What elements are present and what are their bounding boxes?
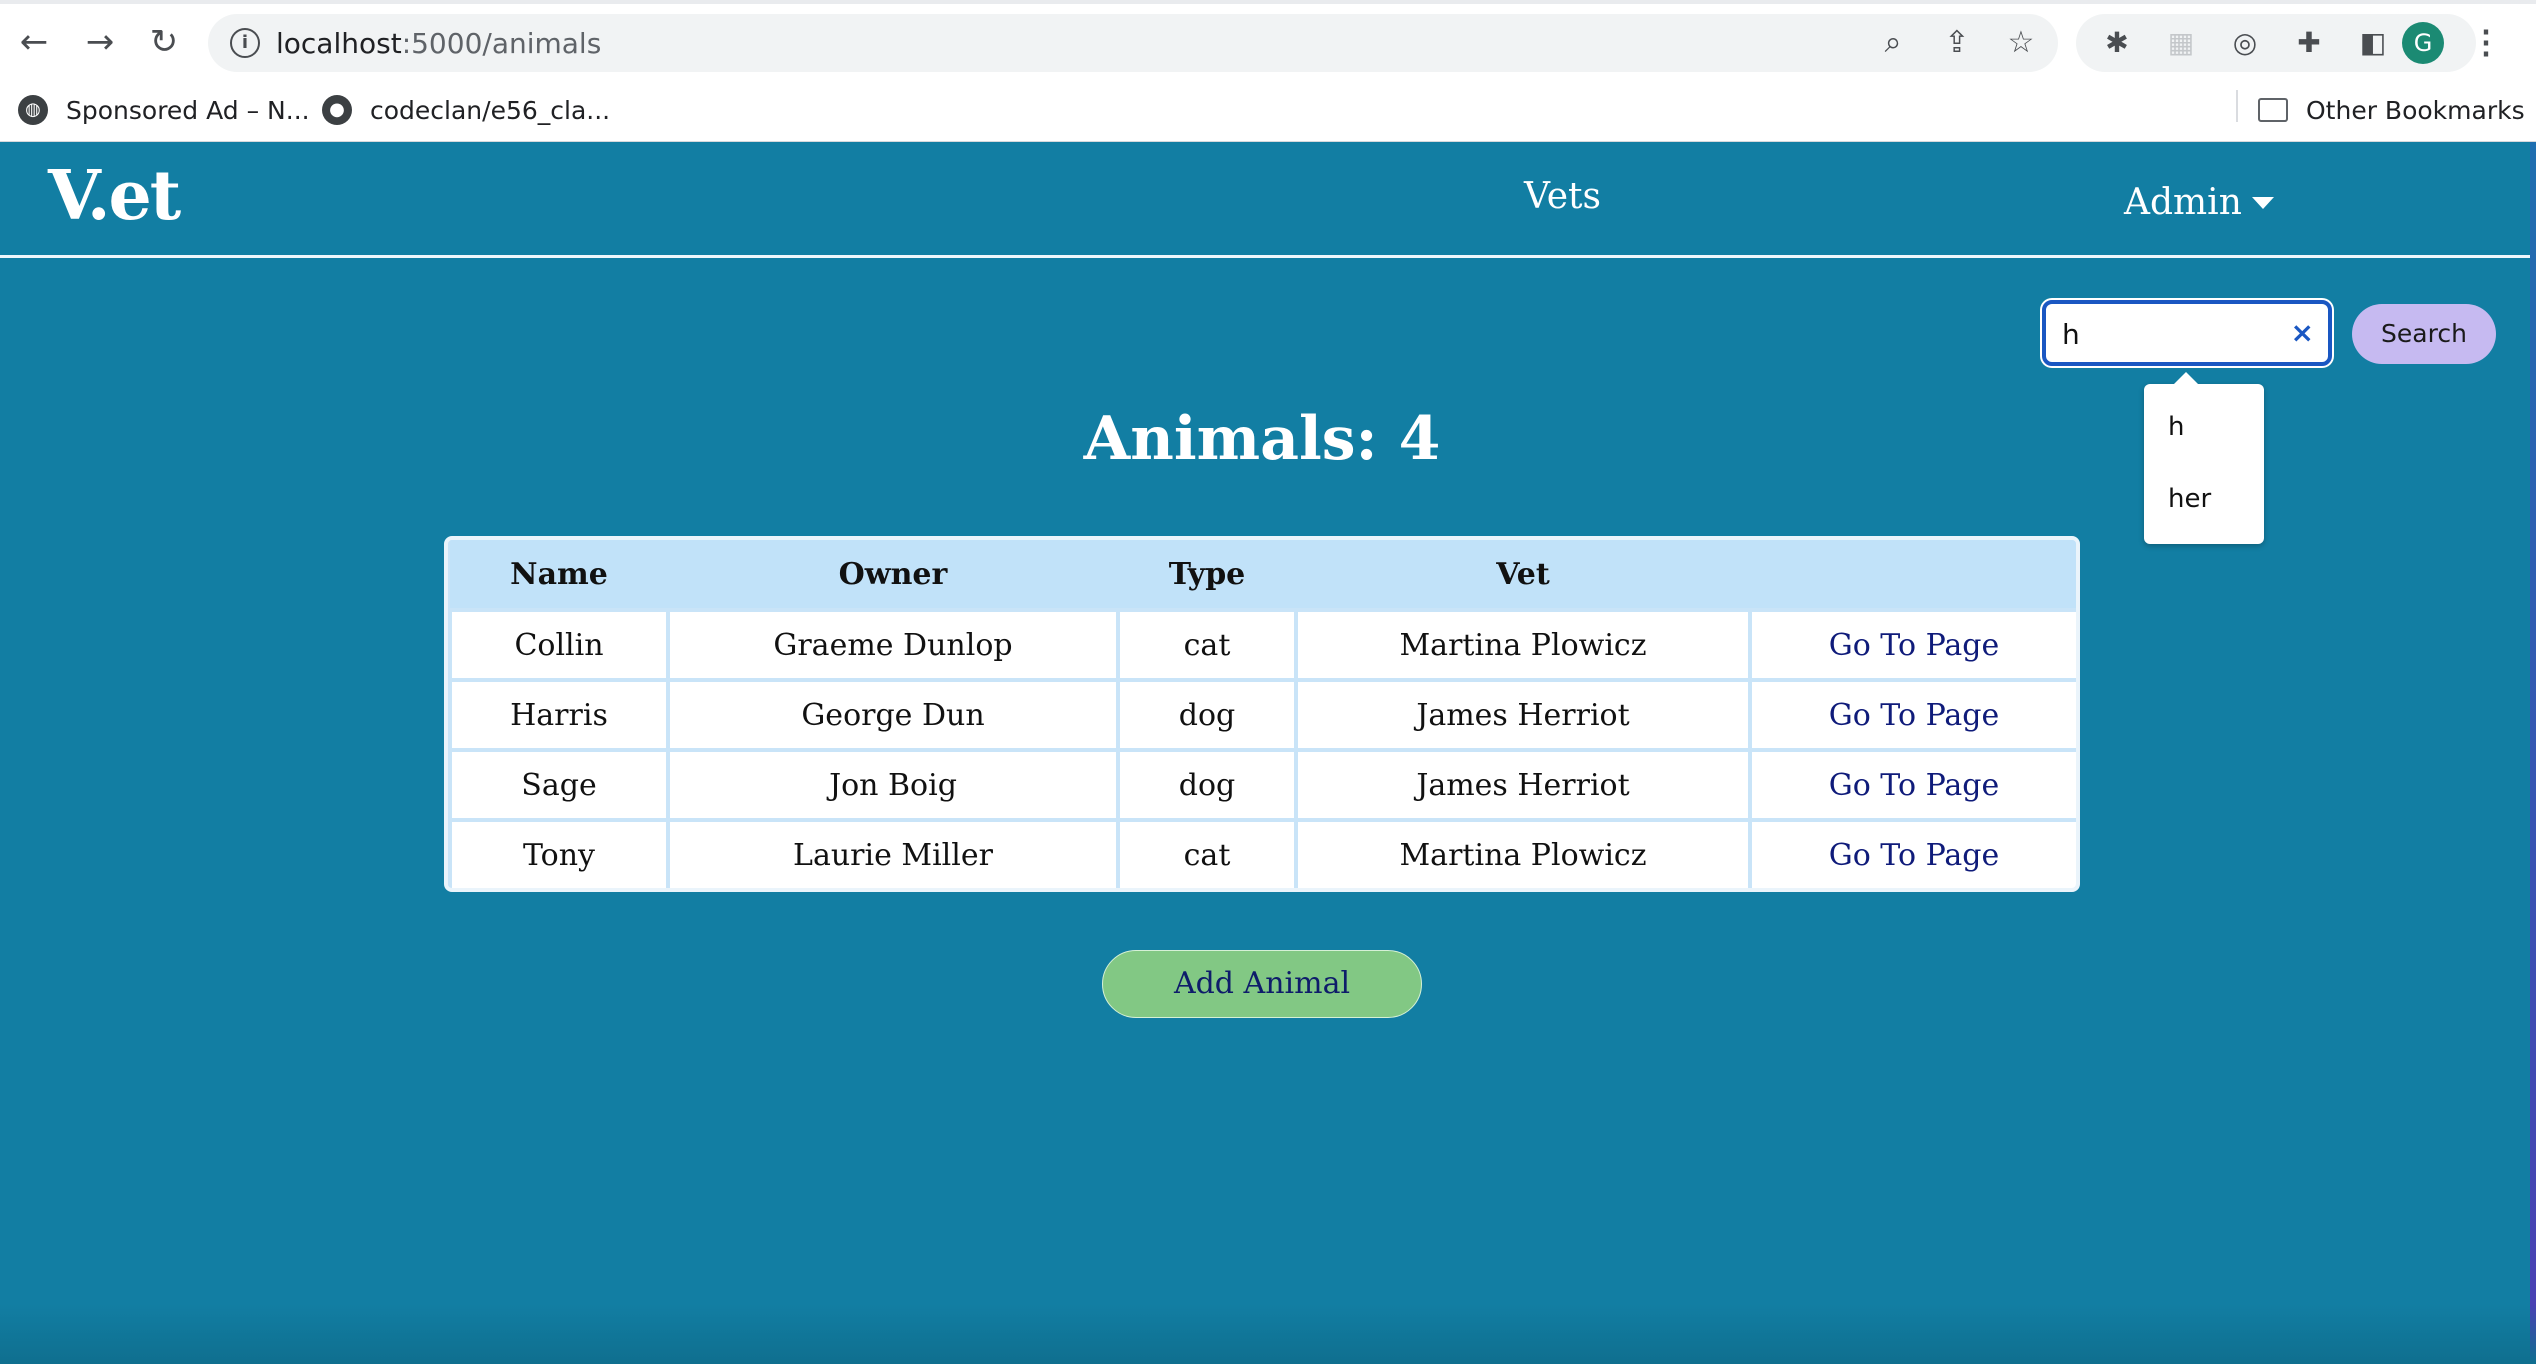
folder-icon bbox=[2258, 98, 2288, 122]
cell-vet: Martina Plowicz bbox=[1294, 608, 1752, 682]
bookmarks-divider bbox=[2236, 90, 2238, 122]
go-to-page-link[interactable]: Go To Page bbox=[1748, 748, 2076, 822]
github-icon: ● bbox=[322, 95, 352, 125]
col-header-vet: Vet bbox=[1296, 540, 1750, 610]
add-animal-button[interactable]: Add Animal bbox=[1102, 950, 1422, 1018]
cell-owner: Jon Boig bbox=[666, 748, 1120, 822]
page-title: Animals: 4 bbox=[1083, 404, 1441, 474]
bookmark-codeclan[interactable]: ● codeclan/e56_cla... bbox=[322, 88, 610, 132]
site-navbar: V.et Vets Admin bbox=[0, 142, 2530, 258]
bookmark-sponsored[interactable]: ◍ Sponsored Ad – N... bbox=[18, 88, 310, 132]
site-info-icon[interactable]: i bbox=[230, 28, 260, 58]
table-row: Collin Graeme Dunlop cat Martina Plowicz… bbox=[448, 608, 2076, 682]
table-row: Tony Laurie Miller cat Martina Plowicz G… bbox=[448, 818, 2076, 888]
bookmark-star-icon[interactable]: ☆ bbox=[2004, 26, 2038, 60]
site-logo[interactable]: V.et bbox=[48, 156, 181, 236]
zoom-icon[interactable]: ⌕ bbox=[1876, 26, 1910, 60]
suggestion-item[interactable]: her bbox=[2168, 484, 2211, 514]
go-to-page-link[interactable]: Go To Page bbox=[1748, 678, 2076, 752]
profile-avatar[interactable]: G bbox=[2402, 22, 2444, 64]
grid-extension-icon[interactable]: ▦ bbox=[2164, 26, 2198, 60]
cell-name: Sage bbox=[448, 748, 670, 822]
cell-owner: Graeme Dunlop bbox=[666, 608, 1120, 682]
back-icon[interactable]: ← bbox=[12, 20, 56, 64]
col-header-owner: Owner bbox=[668, 540, 1118, 610]
cell-type: cat bbox=[1116, 818, 1298, 888]
code-extension-icon[interactable]: ◎ bbox=[2228, 26, 2262, 60]
cell-name: Harris bbox=[448, 678, 670, 752]
other-bookmarks[interactable]: Other Bookmarks bbox=[2258, 88, 2525, 132]
other-bookmarks-label: Other Bookmarks bbox=[2306, 95, 2525, 125]
cell-name: Collin bbox=[448, 608, 670, 682]
cell-type: dog bbox=[1116, 678, 1298, 752]
cell-owner: Laurie Miller bbox=[666, 818, 1120, 888]
globe-icon: ◍ bbox=[18, 95, 48, 125]
cell-vet: James Herriot bbox=[1294, 748, 1752, 822]
search-input[interactable]: h × bbox=[2042, 300, 2332, 366]
col-header-type: Type bbox=[1118, 540, 1296, 610]
extensions-puzzle-icon[interactable]: ✚ bbox=[2292, 26, 2326, 60]
bookmark-label: codeclan/e56_cla... bbox=[370, 95, 611, 125]
cell-name: Tony bbox=[448, 818, 670, 888]
go-to-page-link[interactable]: Go To Page bbox=[1748, 818, 2076, 888]
bookmarks-bar: ◍ Sponsored Ad – N... ● codeclan/e56_cla… bbox=[0, 80, 2536, 142]
browser-menu-icon[interactable]: ⋮ bbox=[2470, 22, 2502, 64]
search-button[interactable]: Search bbox=[2352, 304, 2496, 364]
window-edge bbox=[2530, 142, 2536, 1364]
cell-vet: James Herriot bbox=[1294, 678, 1752, 752]
page-viewport: V.et Vets Admin h × Search h her Animals… bbox=[0, 142, 2536, 1364]
browser-toolbar: ← → ↻ i localhost:5000/animals ⌕ ⇪ ☆ ✱ ▦… bbox=[0, 0, 2536, 80]
bug-extension-icon[interactable]: ✱ bbox=[2100, 26, 2134, 60]
cell-type: dog bbox=[1116, 748, 1298, 822]
caret-down-icon bbox=[2251, 196, 2274, 209]
search-value: h bbox=[2062, 318, 2080, 351]
nav-link-vets[interactable]: Vets bbox=[1524, 176, 1601, 217]
clear-icon[interactable]: × bbox=[2291, 316, 2314, 349]
address-bar[interactable]: i localhost:5000/animals ⌕ ⇪ ☆ bbox=[208, 14, 2058, 72]
animals-table: Name Owner Type Vet Collin Graeme Dunlop… bbox=[444, 536, 2080, 892]
cell-vet: Martina Plowicz bbox=[1294, 818, 1752, 888]
side-panel-icon[interactable]: ◧ bbox=[2356, 26, 2390, 60]
nav-admin-dropdown[interactable]: Admin bbox=[2124, 182, 2274, 223]
table-header-row: Name Owner Type Vet bbox=[450, 540, 2076, 610]
col-header-name: Name bbox=[450, 540, 668, 610]
forward-icon[interactable]: → bbox=[78, 20, 122, 64]
col-header-actions bbox=[1750, 540, 2076, 610]
cell-owner: George Dun bbox=[666, 678, 1120, 752]
cell-type: cat bbox=[1116, 608, 1298, 682]
bookmark-label: Sponsored Ad – N... bbox=[66, 95, 310, 125]
table-row: Harris George Dun dog James Herriot Go T… bbox=[448, 678, 2076, 752]
reload-icon[interactable]: ↻ bbox=[142, 20, 186, 64]
share-icon[interactable]: ⇪ bbox=[1940, 26, 1974, 60]
admin-label: Admin bbox=[2124, 182, 2242, 223]
table-row: Sage Jon Boig dog James Herriot Go To Pa… bbox=[448, 748, 2076, 822]
url-text[interactable]: localhost:5000/animals bbox=[276, 27, 601, 60]
go-to-page-link[interactable]: Go To Page bbox=[1748, 608, 2076, 682]
